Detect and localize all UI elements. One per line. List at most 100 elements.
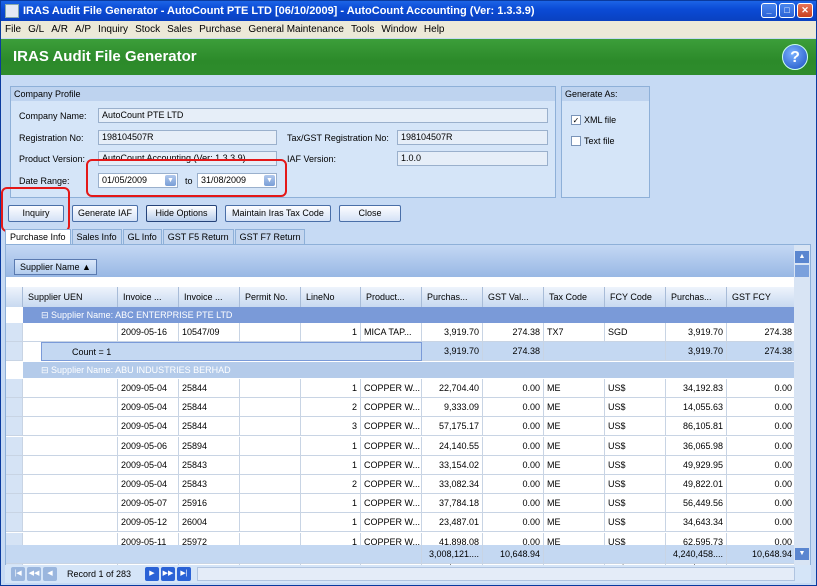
cell: 34,643.34 — [666, 513, 727, 533]
maximize-button[interactable]: □ — [779, 3, 795, 18]
horizontal-scrollbar[interactable] — [197, 567, 795, 581]
scroll-up-icon[interactable]: ▲ — [795, 251, 809, 263]
scroll-thumb[interactable] — [795, 265, 809, 277]
text-checkbox[interactable] — [571, 136, 581, 146]
table-row[interactable]: 2009-05-04 25844 1 COPPER W... 22,704.40 0.00… — [6, 379, 796, 398]
row-indicator — [6, 323, 23, 342]
cell: US$ — [605, 455, 666, 475]
close-window-button[interactable]: ✕ — [797, 3, 813, 18]
menu-ap[interactable]: A/P — [75, 21, 91, 38]
menu-purchase[interactable]: Purchase — [199, 21, 241, 38]
table-row[interactable]: 2009-05-04 25844 3 COPPER W... 57,175.17 0.00… — [6, 417, 796, 437]
menu-inquiry[interactable]: Inquiry — [98, 21, 128, 38]
cell — [23, 494, 118, 514]
prev-page-icon[interactable]: ◀◀ — [27, 567, 41, 581]
menu-gl[interactable]: G/L — [28, 21, 44, 38]
next-page-icon[interactable]: ▶▶ — [161, 567, 175, 581]
cell — [240, 494, 301, 514]
column-header-9[interactable]: FCY Code — [605, 287, 666, 307]
tab-purchase-info[interactable]: Purchase Info — [5, 229, 71, 244]
hide-options-button[interactable]: Hide Options — [146, 205, 217, 222]
menu-window[interactable]: Window — [381, 21, 417, 38]
menu-tools[interactable]: Tools — [351, 21, 374, 38]
cell: 24,140.55 — [422, 436, 483, 456]
menu-ar[interactable]: A/R — [51, 21, 68, 38]
table-row[interactable]: 2009-05-04 25843 1 COPPER W... 33,154.02 0.00… — [6, 455, 796, 475]
total-gst: 10,648.94 — [483, 545, 544, 564]
grand-total-row: 3,008,121.... 10,648.94 4,240,458.... 10,64… — [6, 545, 796, 564]
last-record-icon[interactable]: ▶| — [177, 567, 191, 581]
group-row-abc[interactable]: ⊟ Supplier Name: ABC ENTERPRISE PTE LTD — [23, 307, 796, 323]
table-row[interactable]: 2009-05-06 25894 1 COPPER W... 24,140.55 0.00… — [6, 436, 796, 456]
menu-file[interactable]: File — [5, 21, 21, 38]
column-header-1[interactable]: Invoice ... — [118, 287, 179, 307]
menu-general-maintenance[interactable]: General Maintenance — [248, 21, 344, 38]
sum-fcy: 3,919.70 — [666, 342, 727, 361]
cell: US$ — [605, 417, 666, 437]
cell — [23, 417, 118, 437]
column-header-4[interactable]: LineNo — [301, 287, 361, 307]
column-header-5[interactable]: Product... — [361, 287, 422, 307]
cell: COPPER W... — [361, 475, 422, 494]
table-row[interactable]: 2009-05-07 25916 1 COPPER W... 37,784.18 0.00… — [6, 494, 796, 514]
menu-sales[interactable]: Sales — [167, 21, 192, 38]
table-row[interactable]: 2009-05-16 10547/09 1 MICA TAP... 3,919.70 27… — [6, 323, 796, 342]
prev-record-icon[interactable]: ◀ — [43, 567, 57, 581]
column-header-11[interactable]: GST FCY — [727, 287, 796, 307]
close-button[interactable]: Close — [339, 205, 401, 222]
first-record-icon[interactable]: |◀ — [11, 567, 25, 581]
generate-iaf-button[interactable]: Generate IAF — [72, 205, 138, 222]
group-summary-row: Count = 1 3,919.70 274.38 3,919.70 274.38 — [6, 342, 796, 361]
column-header-6[interactable]: Purchas... — [422, 287, 483, 307]
collapse-icon[interactable]: ⊟ — [41, 365, 51, 375]
maintain-iras-tax-code-button[interactable]: Maintain Iras Tax Code — [225, 205, 331, 222]
column-header-10[interactable]: Purchas... — [666, 287, 727, 307]
cell — [240, 513, 301, 533]
tab-gst-f7-return[interactable]: GST F7 Return — [234, 229, 306, 244]
column-header-8[interactable]: Tax Code — [544, 287, 605, 307]
gst-registration-field: 198104507R — [397, 130, 548, 145]
record-navigator: |◀ ◀◀ ◀ Record 1 of 283 ▶ ▶▶ ▶| — [5, 565, 811, 583]
menu-help[interactable]: Help — [424, 21, 445, 38]
column-header-7[interactable]: GST Val... — [483, 287, 544, 307]
cell: 1 — [301, 494, 361, 514]
cell: 0.00 — [483, 455, 544, 475]
vertical-scrollbar[interactable]: ▲ ▼ — [794, 245, 810, 582]
tab-gl-info[interactable]: GL Info — [122, 229, 162, 244]
column-header-3[interactable]: Permit No. — [240, 287, 301, 307]
help-icon[interactable]: ? — [782, 44, 808, 70]
cell: ME — [544, 436, 605, 456]
cell: 25844 — [179, 417, 240, 437]
cell: 2009-05-07 — [118, 494, 179, 514]
minimize-button[interactable]: _ — [761, 3, 777, 18]
cell: 25843 — [179, 475, 240, 494]
cell: 23,487.01 — [422, 513, 483, 533]
group-row-abu[interactable]: ⊟ Supplier Name: ABU INDUSTRIES BERHAD — [23, 362, 796, 378]
next-record-icon[interactable]: ▶ — [145, 567, 159, 581]
cell: 9,333.09 — [422, 398, 483, 418]
collapse-icon[interactable]: ⊟ — [41, 310, 51, 320]
menu-stock[interactable]: Stock — [135, 21, 160, 38]
cell: 22,704.40 — [422, 379, 483, 398]
row-indicator — [6, 379, 23, 398]
group-by-label: Supplier Name — [20, 262, 80, 272]
table-row[interactable]: 2009-05-04 25844 2 COPPER W... 9,333.09 0.00 M… — [6, 398, 796, 418]
cell: 0.00 — [727, 417, 796, 437]
cell: 3,919.70 — [666, 323, 727, 342]
column-header-0[interactable]: Supplier UEN — [23, 287, 118, 307]
scroll-down-icon[interactable]: ▼ — [795, 548, 809, 560]
tab-sales-info[interactable]: Sales Info — [71, 229, 122, 244]
column-header-2[interactable]: Invoice ... — [179, 287, 240, 307]
date-range-label: Date Range: — [19, 176, 70, 186]
cell: 86,105.81 — [666, 417, 727, 437]
table-row[interactable]: 2009-05-04 25843 2 COPPER W... 33,082.34 0.00… — [6, 475, 796, 494]
table-row[interactable]: 2009-05-12 26004 1 COPPER W... 23,487.01 0.00… — [6, 513, 796, 533]
group-by-supplier-name[interactable]: Supplier Name ▲ — [14, 259, 97, 275]
tab-gst-f5-return[interactable]: GST F5 Return — [162, 229, 234, 244]
generate-as-panel: Generate As: ✓ XML file Text file — [561, 86, 650, 198]
page-title: IRAS Audit File Generator — [1, 39, 816, 75]
cell: 25843 — [179, 455, 240, 475]
row-indicator — [6, 494, 23, 514]
cell: US$ — [605, 436, 666, 456]
xml-checkbox[interactable]: ✓ — [571, 115, 581, 125]
